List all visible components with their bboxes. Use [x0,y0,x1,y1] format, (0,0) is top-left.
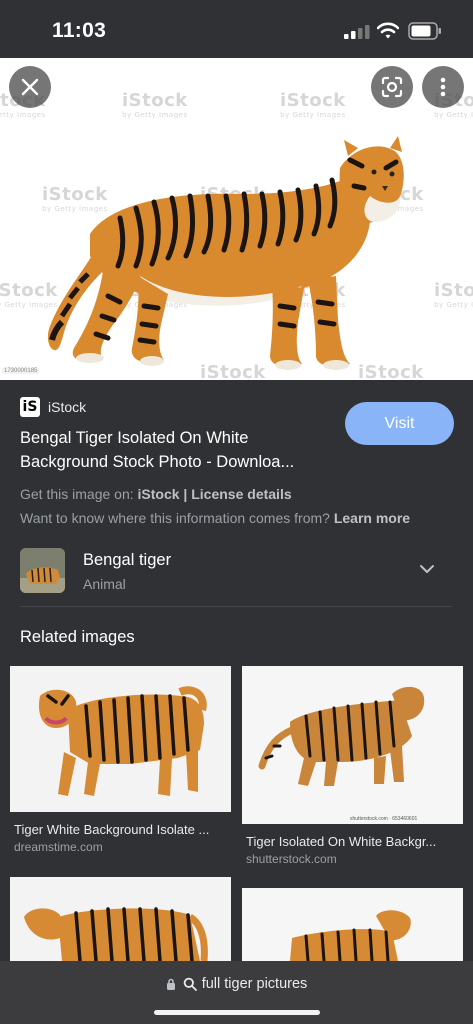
lens-icon [381,76,403,98]
shutterstock-stamp: shutterstock.com · 653460601 [350,816,418,822]
license-details-link[interactable]: License details [191,486,291,502]
related-image [10,877,231,961]
related-images-heading: Related images [20,628,135,646]
visit-button[interactable]: Visit [345,402,454,445]
related-image-title: Tiger White Background Isolate ... [14,822,210,837]
status-bar: 11:03 [0,0,473,58]
watermark: iStockby Getty Images [122,90,188,119]
entity-name: Bengal tiger [83,551,172,569]
source-logo: iS [20,397,40,417]
related-image-card[interactable] [10,877,231,961]
wifi-icon [377,22,399,39]
entity-thumbnail [20,548,65,593]
source-name: iStock [48,399,87,415]
lens-button[interactable] [371,66,413,108]
related-image: shutterstock.com · 653460601 [242,666,463,824]
related-image-title: Tiger Isolated On White Backgr... [246,834,437,849]
entity-card[interactable]: Bengal tiger Animal [20,545,452,607]
entity-type: Animal [83,576,126,592]
battery-icon [408,22,441,40]
url-text[interactable]: full tiger pictures [202,976,308,992]
related-image-source: dreamstime.com [14,840,103,854]
learn-more-link[interactable]: Learn more [334,510,410,526]
related-image-card[interactable]: shutterstock.com · 653460601 Tiger Isola… [242,666,463,866]
status-time: 11:03 [52,19,107,42]
related-image-card[interactable] [242,888,463,961]
related-image [10,666,231,812]
search-icon [183,977,197,991]
close-button[interactable] [9,66,51,108]
signal-icon [344,25,370,39]
result-title[interactable]: Bengal Tiger Isolated On White Backgroun… [20,426,330,474]
image-id: 1730000185 [2,368,40,374]
related-image-source: shutterstock.com [246,852,337,866]
hero-image[interactable]: iStock by Getty Images iStock by Getty Ima… [0,58,473,380]
watermark: iStockby Getty Images [434,280,473,309]
lock-icon [166,978,175,990]
close-icon [21,78,39,96]
related-image-card[interactable]: Tiger White Background Isolate ... dream… [10,666,231,856]
more-vert-icon [440,77,446,97]
url-row[interactable]: full tiger pictures [0,976,473,992]
related-image [242,888,463,961]
tiger-photo [47,136,404,370]
watermark: iStockby Getty Images [280,90,346,119]
get-source-link[interactable]: iStock [138,486,180,502]
home-indicator[interactable] [154,1010,320,1015]
get-image-line: Get this image on: iStock | License deta… [20,486,292,502]
source-row[interactable]: iS iStock [20,397,86,417]
info-source-line: Want to know where this information come… [20,510,411,526]
address-bar[interactable]: full tiger pictures [0,961,473,1024]
chevron-down-icon[interactable] [419,561,435,577]
more-options-button[interactable] [422,66,464,108]
